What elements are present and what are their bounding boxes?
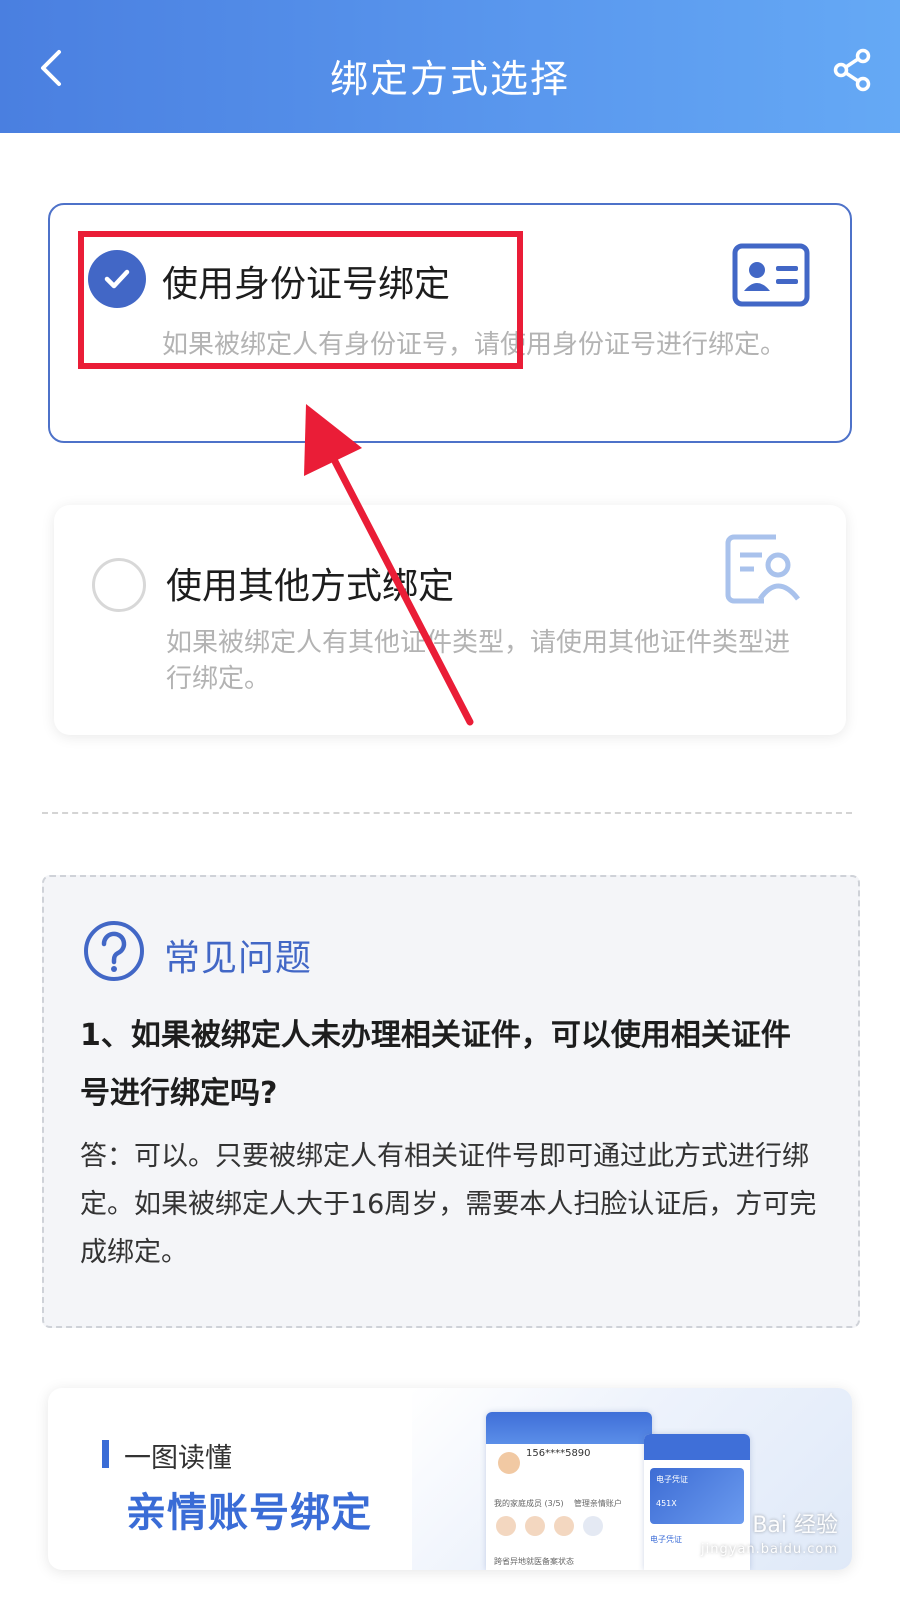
- question-circle-icon: [84, 921, 144, 981]
- header-bar: 绑定方式选择: [0, 0, 900, 133]
- avatar: [496, 1516, 516, 1536]
- avatar: [554, 1516, 574, 1536]
- watermark: Bai 经验 jingyan.baidu.com: [701, 1514, 838, 1562]
- banner-subtitle: 一图读懂: [124, 1443, 232, 1474]
- document-person-icon: [725, 534, 800, 604]
- radio-unchecked-icon[interactable]: [92, 558, 146, 612]
- dashed-divider: [42, 812, 852, 814]
- mockup-card-suffix: 451X: [656, 1499, 677, 1508]
- mockup-members-count: (3/5): [544, 1499, 564, 1508]
- mockup-members-label: 我的家庭成员: [494, 1499, 542, 1508]
- annotation-highlight-box: [78, 231, 523, 369]
- page-title: 绑定方式选择: [329, 57, 570, 101]
- guide-banner[interactable]: 一图读懂 亲情账号绑定 156****5890 我的家庭成员 (3/5) 管理亲…: [48, 1388, 852, 1570]
- banner-title: 亲情账号绑定: [126, 1490, 372, 1536]
- mockup-status-bar: [486, 1412, 652, 1444]
- option-description: 如果被绑定人有其他证件类型，请使用其他证件类型进行绑定。: [166, 628, 791, 694]
- mockup-card-label: 电子凭证: [656, 1475, 688, 1484]
- avatar: [525, 1516, 545, 1536]
- id-card-icon: [732, 243, 810, 307]
- share-button[interactable]: [828, 46, 876, 94]
- share-icon: [833, 48, 871, 92]
- mockup-members-row: 我的家庭成员 (3/5) 管理亲情账户: [494, 1498, 622, 1509]
- faq-question: 1、如果被绑定人未办理相关证件，可以使用相关证件号进行绑定吗?: [80, 1018, 791, 1111]
- mockup-manage-label: 管理亲情账户: [573, 1499, 622, 1508]
- mockup-status-bar: [644, 1434, 750, 1460]
- avatar: [498, 1452, 520, 1474]
- mockup-member-avatars: [496, 1516, 603, 1536]
- avatar: [583, 1516, 603, 1536]
- mockup-footer-label: 跨省异地就医备案状态: [494, 1557, 574, 1566]
- watermark-text: Bai 经验: [752, 1513, 838, 1538]
- banner-phone-mockup: 156****5890 我的家庭成员 (3/5) 管理亲情账户 跨省异地就医备案…: [486, 1412, 652, 1570]
- annotation-arrow-icon: [304, 404, 474, 726]
- faq-panel: 常见问题 1、如果被绑定人未办理相关证件，可以使用相关证件号进行绑定吗? 答：可…: [42, 875, 860, 1328]
- watermark-url: jingyan.baidu.com: [701, 1542, 838, 1557]
- banner-accent-bar: [102, 1440, 109, 1468]
- faq-answer: 答：可以。只要被绑定人有相关证件号即可通过此方式进行绑定。如果被绑定人大于16周…: [80, 1141, 817, 1268]
- faq-title: 常见问题: [164, 938, 313, 979]
